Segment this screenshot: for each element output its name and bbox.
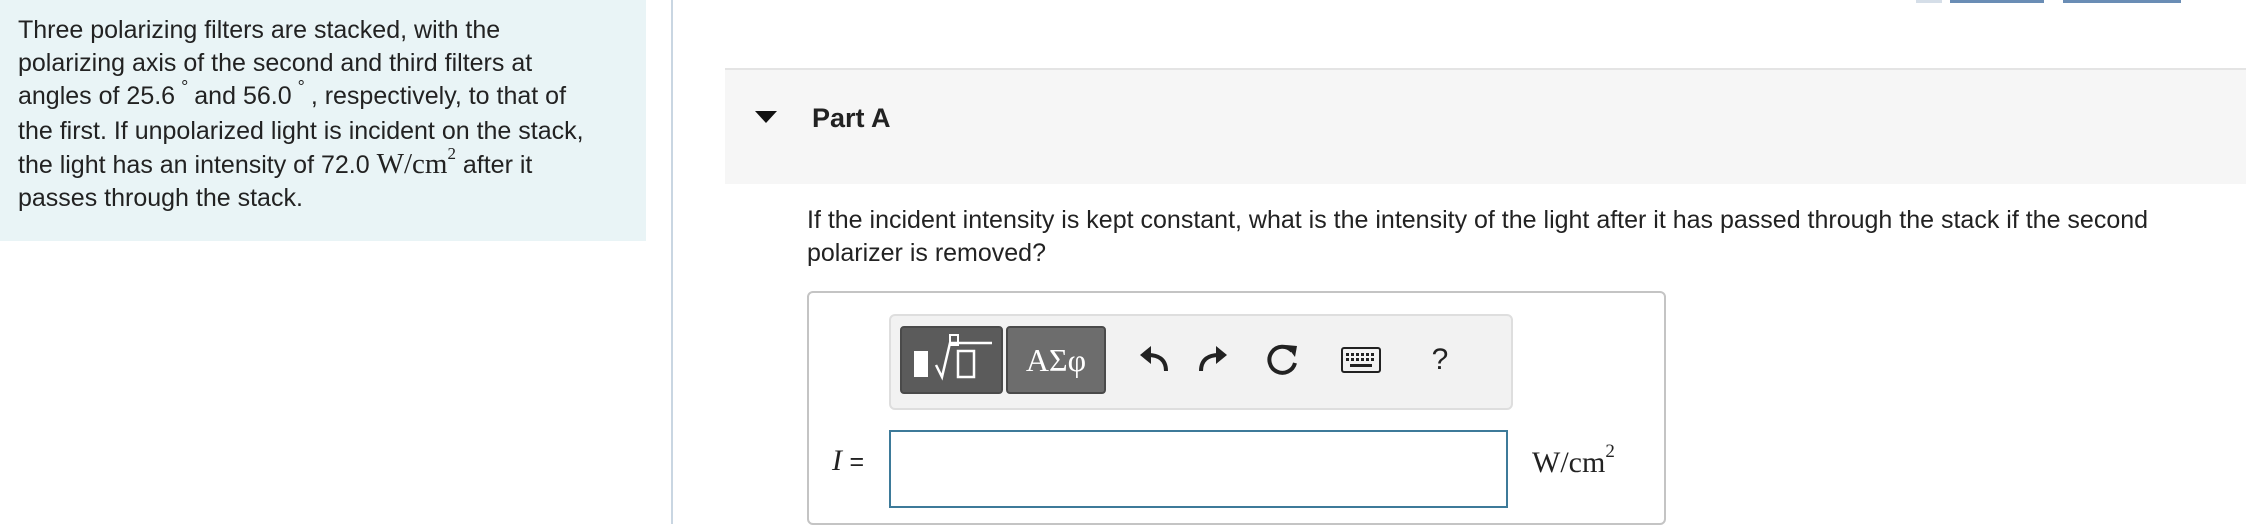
- problem-line-6: passes through the stack.: [18, 184, 303, 212]
- top-tab-underline[interactable]: [1950, 0, 2044, 3]
- intensity-unit: W/cm2: [376, 145, 456, 180]
- redo-icon[interactable]: [1186, 334, 1238, 386]
- templates-icon: [913, 334, 992, 381]
- answer-unit-exponent: 2: [1605, 441, 1615, 462]
- question-text: If the incident intensity is kept consta…: [807, 206, 2149, 267]
- collapse-caret-icon[interactable]: [755, 111, 777, 123]
- problem-line-4: the first. If unpolarized light is incid…: [18, 117, 584, 145]
- problem-line-5b: after it: [462, 151, 533, 179]
- degree-symbol: °: [297, 77, 305, 97]
- answer-unit-text: W/cm: [1532, 446, 1606, 479]
- problem-line-5a: the light has an intensity of 72.0: [18, 151, 370, 179]
- symbols-label: ΑΣφ: [1025, 341, 1087, 378]
- intensity-unit-text: W/cm: [376, 148, 448, 180]
- degree-symbol: °: [181, 77, 189, 97]
- variable-symbol: I: [832, 444, 842, 477]
- help-button[interactable]: ?: [1414, 334, 1466, 386]
- part-a-header[interactable]: Part A: [725, 68, 2246, 184]
- templates-button[interactable]: [900, 326, 1003, 394]
- problem-line-2: polarizing axis of the second and third …: [18, 49, 533, 77]
- problem-statement-panel: Three polarizing filters are stacked, wi…: [0, 0, 646, 241]
- problem-line-3b: and 56.0: [194, 82, 292, 110]
- top-tab-underline[interactable]: [2063, 0, 2181, 3]
- answer-unit: W/cm2: [1532, 442, 1615, 480]
- part-title: Part A: [812, 103, 891, 133]
- symbols-button[interactable]: ΑΣφ: [1006, 326, 1106, 394]
- problem-line-1: Three polarizing filters are stacked, wi…: [18, 16, 501, 44]
- math-toolbar: ΑΣφ ?: [889, 314, 1513, 410]
- answer-variable-label: I =: [832, 444, 864, 478]
- help-label: ?: [1431, 343, 1449, 376]
- top-tab-underline: [1916, 0, 1942, 3]
- answer-box: ΑΣφ ? I = W/cm2: [807, 291, 1666, 525]
- keyboard-icon[interactable]: [1335, 334, 1387, 386]
- intensity-unit-exponent: 2: [447, 144, 456, 164]
- problem-line-3a: angles of 25.6: [18, 82, 176, 110]
- problem-statement-text: Three polarizing filters are stacked, wi…: [18, 14, 638, 215]
- equals-sign: =: [849, 448, 865, 476]
- reset-icon[interactable]: [1257, 334, 1309, 386]
- undo-icon[interactable]: [1129, 334, 1181, 386]
- answer-input[interactable]: [889, 430, 1508, 508]
- panel-divider: [671, 0, 673, 524]
- problem-line-3c: , respectively, to that of: [310, 82, 567, 110]
